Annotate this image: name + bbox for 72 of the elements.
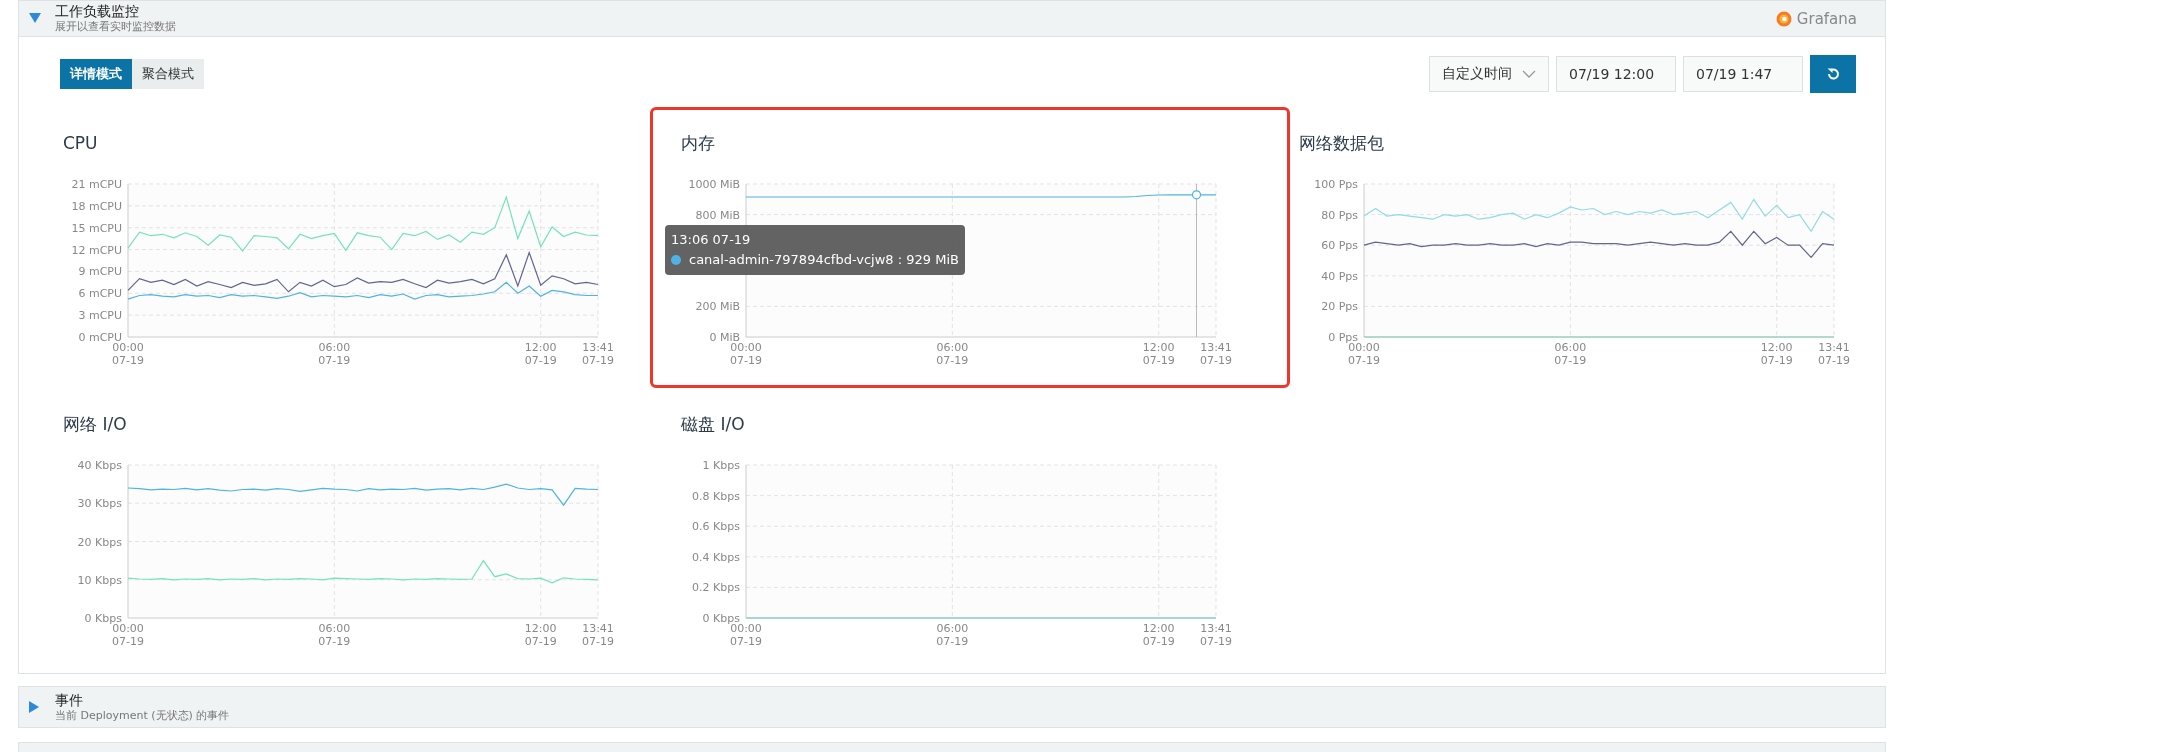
hover-marker: [1191, 190, 1202, 200]
tick-label: 800 MiB: [695, 208, 740, 222]
section-title: 工作负载监控: [55, 3, 140, 20]
tick-label: 12:00 07-19: [1142, 341, 1175, 367]
tick-label: 6 mCPU: [78, 287, 122, 301]
refresh-icon: [1826, 67, 1840, 81]
tick-label: 12:00 07-19: [524, 341, 557, 367]
tick-label: 0 MiB: [709, 331, 740, 344]
tooltip-time: 13:06 07-19: [671, 231, 752, 249]
section-subtitle: 当前 Deployment (无状态) 的事件: [55, 708, 231, 723]
tick-label: 00:00 07-19: [112, 622, 144, 648]
tick-label: 40 Pps: [1321, 269, 1358, 283]
tick-label: 0.6 Kbps: [692, 520, 740, 534]
tick-label: 13:41 07-19: [1200, 622, 1232, 648]
tick-label: 06:00 07-19: [936, 341, 969, 367]
start-time-field[interactable]: 07/19 12:00: [1556, 56, 1676, 92]
tick-label: 0 Pps: [1328, 331, 1358, 344]
tick-label: 80 Pps: [1321, 208, 1358, 222]
caret-right-icon[interactable]: [29, 701, 41, 713]
tick-label: 06:00 07-19: [1554, 341, 1587, 367]
tick-label: 13:41 07-19: [1200, 341, 1232, 367]
chart-title: 磁盘 I/O: [681, 413, 746, 435]
tick-label: 13:41 07-19: [582, 622, 614, 648]
tick-label: 00:00 07-19: [730, 622, 762, 648]
tick-label: 13:41 07-19: [582, 341, 614, 367]
tick-label: 10 Kbps: [77, 573, 122, 587]
tick-label: 60 Pps: [1321, 239, 1358, 253]
tooltip-value: canal-admin-797894cfbd-vcjw8 : 929 MiB: [689, 251, 959, 269]
mode-tab[interactable]: 聚合模式: [132, 59, 204, 89]
refresh-button[interactable]: [1810, 55, 1856, 93]
tick-label: 40 Kbps: [77, 459, 122, 472]
section-subtitle: 展开以查看实时监控数据: [55, 20, 177, 34]
section-title: 事件: [55, 691, 84, 709]
tick-label: 20 Kbps: [77, 535, 122, 549]
tick-label: 0 Kbps: [84, 612, 122, 625]
mode-tab[interactable]: 详情模式: [60, 59, 132, 89]
tick-label: 00:00 07-19: [112, 341, 144, 367]
caret-down-icon[interactable]: [29, 12, 41, 25]
tick-label: 00:00 07-19: [730, 341, 762, 367]
tick-label: 200 MiB: [695, 300, 740, 314]
tick-label: 9 mCPU: [78, 265, 122, 279]
tick-label: 12:00 07-19: [1142, 622, 1175, 648]
tick-label: 0.8 Kbps: [692, 489, 740, 503]
tick-label: 0 mCPU: [78, 331, 122, 344]
chart-title: 网络 I/O: [63, 413, 128, 435]
tick-label: 06:00 07-19: [318, 341, 351, 367]
chart-title: 内存: [681, 132, 716, 154]
time-preset-dropdown[interactable]: 自定义时间: [1429, 56, 1549, 92]
chart-title: 网络数据包: [1299, 132, 1385, 154]
tick-label: 15 mCPU: [71, 221, 122, 235]
tick-label: 12:00 07-19: [524, 622, 557, 648]
tick-label: 0.4 Kbps: [692, 550, 740, 564]
end-time-field[interactable]: 07/19 1:47: [1683, 56, 1803, 92]
tick-label: 06:00 07-19: [936, 622, 969, 648]
tick-label: 00:00 07-19: [1348, 341, 1380, 367]
tick-label: 21 mCPU: [71, 178, 122, 191]
swirl-logo-icon: [1774, 9, 1793, 28]
tick-label: 3 mCPU: [78, 309, 122, 323]
tick-label: 12 mCPU: [71, 243, 122, 257]
tick-label: 30 Kbps: [77, 497, 122, 511]
tick-label: 1 Kbps: [702, 459, 740, 472]
tick-label: 12:00 07-19: [1760, 341, 1793, 367]
tick-label: 1000 MiB: [688, 178, 740, 191]
tick-label: 13:41 07-19: [1818, 341, 1850, 367]
tick-label: 20 Pps: [1321, 300, 1358, 314]
tick-label: 0.2 Kbps: [692, 581, 740, 595]
tick-label: 06:00 07-19: [318, 622, 351, 648]
tick-label: 100 Pps: [1314, 178, 1358, 191]
tick-label: 0 Kbps: [702, 612, 740, 625]
chart-title: CPU: [63, 132, 99, 154]
tick-label: 18 mCPU: [71, 199, 122, 213]
chevron-down-icon: [1522, 70, 1536, 78]
